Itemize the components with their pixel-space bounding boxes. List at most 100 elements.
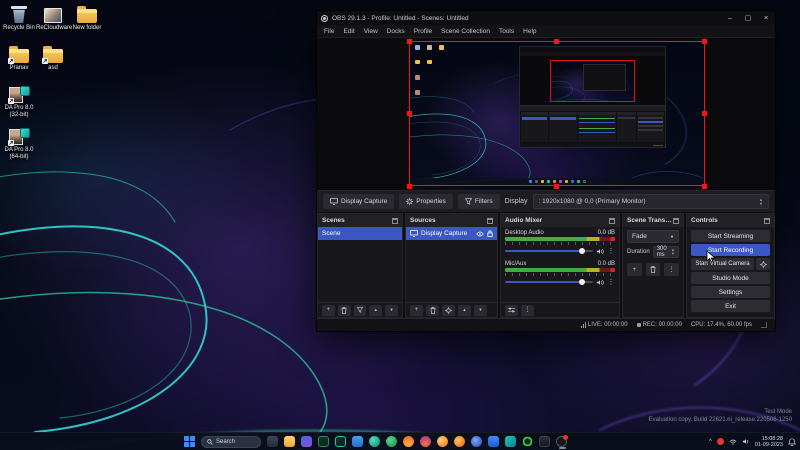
menu-docks[interactable]: Docks (387, 28, 405, 35)
desktop-icon-asd[interactable]: asd (36, 46, 70, 72)
move-scene-down-button[interactable]: ▼ (385, 305, 398, 316)
scene-item[interactable]: Scene (318, 227, 402, 240)
chat-app-icon[interactable] (369, 436, 380, 447)
exit-button[interactable]: Exit (691, 300, 770, 312)
minimize-button[interactable]: – (721, 11, 739, 25)
menu-file[interactable]: File (324, 28, 334, 35)
select-spinner-icon[interactable]: ▲▼ (759, 198, 763, 206)
remove-scene-button[interactable] (338, 305, 351, 316)
media-app-icon[interactable] (301, 436, 312, 447)
menu-profile[interactable]: Profile (414, 28, 432, 35)
add-transition-button[interactable]: + (627, 263, 642, 276)
taskbar-search[interactable]: Search (201, 436, 261, 448)
add-scene-button[interactable]: + (322, 305, 335, 316)
notification-bell-icon[interactable] (788, 438, 796, 446)
virtual-camera-settings-button[interactable] (756, 258, 770, 270)
resize-grip[interactable] (761, 322, 767, 328)
photo-app-3-icon[interactable] (471, 436, 482, 447)
sources-header[interactable]: Sources (406, 214, 497, 227)
wifi-icon[interactable] (729, 439, 737, 445)
move-scene-up-button[interactable]: ▲ (369, 305, 382, 316)
file-explorer-icon[interactable] (284, 436, 295, 447)
lock-icon[interactable] (487, 230, 493, 237)
photo-app-2-icon[interactable] (454, 436, 465, 447)
selection-handle[interactable] (702, 111, 707, 116)
filters-button[interactable]: Filters (458, 194, 500, 209)
move-source-down-button[interactable]: ▼ (474, 305, 487, 316)
add-source-button[interactable]: + (410, 305, 423, 316)
speaker-icon[interactable] (596, 279, 604, 286)
speaker-icon[interactable] (596, 248, 604, 255)
desktop-icon-pranav[interactable]: Pranav (2, 46, 36, 72)
scene-filters-button[interactable] (354, 305, 367, 316)
obs-tray-recording-icon[interactable] (717, 438, 724, 445)
dock-float-icon[interactable] (487, 218, 493, 224)
menu-view[interactable]: View (364, 28, 378, 35)
source-item[interactable]: Display Capture (406, 227, 497, 240)
obs-preview-canvas[interactable] (317, 38, 775, 190)
spinner-arrows-icon[interactable]: ▲▼ (671, 248, 675, 256)
controls-header[interactable]: Controls (687, 214, 774, 227)
browser-flame-2-icon[interactable] (420, 436, 431, 447)
share-app-icon[interactable] (318, 436, 329, 447)
transition-menu-button[interactable]: ⋮ (664, 263, 679, 276)
start-virtual-camera-button[interactable]: Start Virtual Camera (691, 258, 754, 270)
desktop-icon-new-folder[interactable]: New folder (70, 6, 104, 32)
volume-slider[interactable] (505, 281, 593, 283)
menu-scene-collection[interactable]: Scene Collection (441, 28, 490, 35)
eye-icon[interactable] (476, 231, 484, 237)
menu-help[interactable]: Help (523, 28, 536, 35)
volume-app-icon[interactable] (488, 436, 499, 447)
mixer-settings-button[interactable] (505, 305, 518, 316)
menu-edit[interactable]: Edit (343, 28, 354, 35)
source-properties-button[interactable] (442, 305, 455, 316)
tray-chevron-icon[interactable]: ^ (709, 439, 712, 445)
studio-mode-button[interactable]: Studio Mode (691, 272, 770, 284)
move-source-up-button[interactable]: ▲ (458, 305, 471, 316)
volume-slider[interactable] (505, 250, 593, 252)
dock-float-icon[interactable] (609, 218, 615, 224)
start-button[interactable] (184, 436, 195, 447)
dock-float-icon[interactable] (673, 218, 679, 224)
selection-handle[interactable] (554, 184, 559, 189)
selection-handle[interactable] (407, 111, 412, 116)
selection-handle[interactable] (407, 184, 412, 189)
close-button[interactable]: × (757, 11, 775, 25)
selection-handle[interactable] (702, 39, 707, 44)
volume-icon[interactable] (742, 438, 750, 445)
store-icon[interactable] (352, 436, 363, 447)
audio-mixer-header[interactable]: Audio Mixer (501, 214, 619, 227)
menu-tools[interactable]: Tools (499, 28, 514, 35)
task-view-icon[interactable] (267, 436, 278, 447)
desktop-icon-dapro-32[interactable]: DA Pro 8.0 (32-bit) (2, 86, 36, 119)
game-app-icon[interactable] (539, 436, 550, 447)
obs-taskbar-icon[interactable] (556, 436, 567, 447)
remove-transition-button[interactable] (646, 263, 661, 276)
dock-float-icon[interactable] (392, 218, 398, 224)
share-app-2-icon[interactable] (335, 436, 346, 447)
properties-button[interactable]: Properties (399, 194, 453, 209)
transition-select[interactable]: Fade ▼ (627, 230, 679, 243)
mixer-menu-button[interactable]: ⋮ (521, 305, 534, 316)
display-capture-preview[interactable] (409, 41, 705, 186)
channel-menu-icon[interactable]: ⋮ (607, 247, 615, 255)
selection-handle[interactable] (554, 39, 559, 44)
taskbar-clock[interactable]: 15:08:28 01-09-2023 (755, 436, 783, 448)
start-recording-button[interactable]: Start Recording (691, 244, 770, 256)
desktop-icon-recloudware[interactable]: ReCloudware (36, 6, 70, 32)
photo-app-icon[interactable] (437, 436, 448, 447)
browser-flame-icon[interactable] (403, 436, 414, 447)
start-streaming-button[interactable]: Start Streaming (691, 230, 770, 242)
video-app-icon[interactable] (505, 436, 516, 447)
desktop-icon-dapro-64[interactable]: DA Pro 8.0 (64-bit) (2, 128, 36, 161)
duration-spinbox[interactable]: 300 ms ▲▼ (653, 246, 679, 258)
maximize-button[interactable]: ▢ (739, 11, 757, 25)
transitions-header[interactable]: Scene Transitions (623, 214, 683, 227)
selection-handle[interactable] (407, 39, 412, 44)
remove-source-button[interactable] (426, 305, 439, 316)
settings-button[interactable]: Settings (691, 286, 770, 298)
ring-app-icon[interactable] (522, 436, 533, 447)
channel-menu-icon[interactable]: ⋮ (607, 278, 615, 286)
scenes-header[interactable]: Scenes (318, 214, 402, 227)
selection-handle[interactable] (702, 184, 707, 189)
